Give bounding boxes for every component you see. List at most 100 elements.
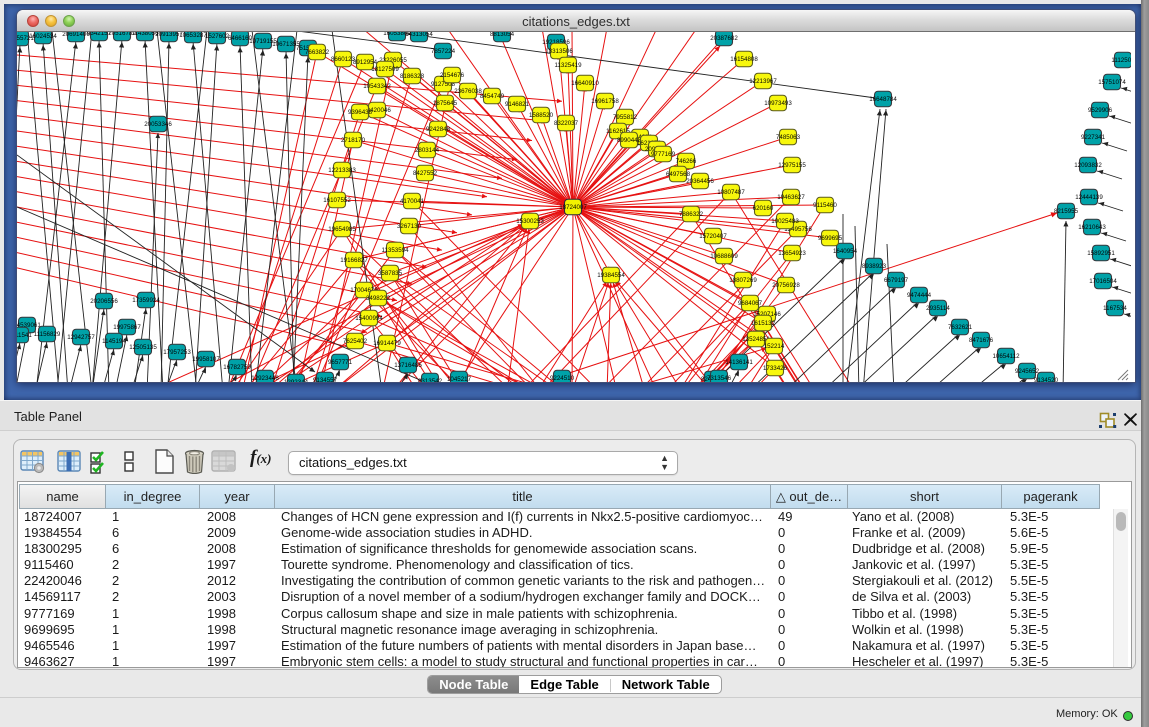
svg-text:17016504: 17016504 (1089, 278, 1117, 285)
svg-text:13654923: 13654923 (778, 250, 806, 257)
svg-text:9245652: 9245652 (1015, 368, 1040, 375)
svg-text:7857224: 7857224 (431, 48, 456, 55)
svg-text:11353594: 11353594 (381, 247, 409, 254)
svg-text:9227341: 9227341 (1081, 134, 1106, 141)
svg-text:16961758: 16961758 (591, 98, 619, 105)
svg-text:18807269: 18807269 (729, 277, 757, 284)
svg-text:3267130: 3267130 (397, 223, 422, 230)
svg-text:4170041: 4170041 (400, 198, 425, 205)
svg-text:9777169: 9777169 (651, 151, 676, 158)
svg-text:15400994: 15400994 (355, 315, 383, 322)
svg-text:8427552: 8427552 (413, 170, 438, 177)
svg-text:9224510: 9224510 (550, 375, 575, 382)
svg-text:14136141: 14136141 (725, 359, 753, 366)
svg-text:8938923: 8938923 (862, 263, 887, 270)
svg-text:19975867: 19975867 (113, 324, 141, 331)
svg-text:2718170: 2718170 (341, 137, 366, 144)
svg-text:12093832: 12093832 (1074, 162, 1102, 169)
svg-text:12444139: 12444139 (1075, 194, 1103, 201)
svg-text:1733426: 1733426 (763, 365, 788, 372)
svg-text:12923448: 12923448 (251, 375, 279, 382)
svg-text:8215955: 8215955 (1054, 208, 1079, 215)
svg-text:16782759: 16782759 (223, 364, 251, 371)
svg-text:1527602: 1527602 (205, 33, 230, 40)
svg-text:9146821: 9146821 (505, 101, 530, 108)
svg-text:18313506: 18313506 (545, 48, 573, 55)
svg-text:1045217: 1045217 (447, 376, 472, 382)
svg-text:9684067: 9684067 (738, 300, 763, 307)
svg-text:9242848: 9242848 (426, 126, 451, 133)
svg-text:12213967: 12213967 (749, 78, 777, 85)
svg-text:152214: 152214 (764, 343, 785, 350)
svg-text:20387682: 20387682 (710, 35, 738, 42)
svg-text:6679197: 6679197 (884, 277, 909, 284)
svg-text:7485063: 7485063 (776, 134, 801, 141)
svg-text:9474444: 9474444 (907, 292, 932, 299)
svg-text:19654985: 19654985 (328, 226, 356, 233)
svg-text:18127509: 18127509 (371, 66, 399, 73)
svg-text:9115460: 9115460 (813, 202, 837, 209)
svg-text:10654112: 10654112 (992, 353, 1020, 360)
svg-text:8660123: 8660123 (331, 56, 356, 63)
svg-text:17957253: 17957253 (163, 349, 191, 356)
svg-text:2154676: 2154676 (440, 72, 465, 79)
svg-text:16914479: 16914479 (373, 340, 401, 347)
svg-text:19166827: 19166827 (340, 257, 368, 264)
svg-text:1292344: 1292344 (284, 379, 309, 382)
svg-text:6497568: 6497568 (666, 171, 691, 178)
svg-text:10543342: 10543342 (363, 83, 391, 90)
svg-text:19463627: 19463627 (777, 194, 805, 201)
svg-text:15720407: 15720407 (699, 233, 727, 240)
svg-text:3911541: 3911541 (17, 332, 32, 339)
svg-text:15300253: 15300253 (516, 218, 544, 225)
svg-text:2935114: 2935114 (926, 305, 950, 312)
svg-text:620160: 620160 (753, 205, 774, 212)
svg-text:9529906: 9529906 (1088, 107, 1113, 114)
svg-text:7663822: 7663822 (305, 49, 330, 56)
svg-text:8186328: 8186328 (400, 73, 425, 80)
svg-text:8454749: 8454749 (480, 93, 505, 100)
svg-text:9134557: 9134557 (313, 377, 338, 382)
svg-text:12505135: 12505135 (129, 344, 157, 351)
svg-text:18724007: 18724007 (559, 204, 587, 211)
svg-text:2803144: 2803144 (415, 147, 440, 154)
svg-text:1112504: 1112504 (1111, 57, 1131, 64)
svg-text:746266: 746266 (676, 158, 697, 165)
svg-text:1615132: 1615132 (751, 320, 776, 327)
svg-text:23676038: 23676038 (454, 88, 482, 95)
svg-text:10807487: 10807487 (717, 189, 745, 196)
svg-text:20206556: 20206556 (90, 298, 118, 305)
svg-text:10653287: 10653287 (179, 32, 207, 39)
svg-text:10025483: 10025483 (771, 218, 799, 225)
svg-text:11156829: 11156829 (34, 331, 61, 338)
svg-text:12942757: 12942757 (67, 334, 95, 341)
svg-text:20053346: 20053346 (144, 121, 172, 128)
svg-text:9657771: 9657771 (328, 359, 353, 366)
svg-text:8912954: 8912954 (353, 59, 378, 66)
svg-text:10973493: 10973493 (764, 100, 792, 107)
svg-text:1875645: 1875645 (433, 100, 458, 107)
svg-text:15751074: 15751074 (1098, 79, 1126, 86)
svg-text:19958107: 19958107 (192, 356, 220, 363)
svg-text:3498222: 3498222 (366, 295, 391, 302)
svg-text:7625402: 7625402 (343, 338, 368, 345)
svg-text:8313542: 8313542 (418, 378, 443, 382)
svg-text:7632621: 7632621 (948, 324, 973, 331)
svg-text:7313546: 7313546 (707, 375, 732, 382)
svg-text:17359924: 17359924 (132, 297, 160, 304)
svg-text:20364456: 20364456 (686, 178, 714, 185)
svg-text:16107552: 16107552 (323, 197, 351, 204)
svg-text:7886322: 7886322 (679, 211, 704, 218)
svg-text:9134520: 9134520 (1034, 377, 1059, 382)
svg-text:12213383: 12213383 (328, 167, 356, 174)
svg-text:1167534: 1167534 (1103, 305, 1127, 312)
svg-text:9699695: 9699695 (818, 235, 843, 242)
svg-text:16154808: 16154808 (730, 56, 758, 63)
svg-text:3587835: 3587835 (378, 270, 403, 277)
svg-text:16640910: 16640910 (571, 80, 599, 87)
svg-text:12975155: 12975155 (778, 162, 806, 169)
svg-text:1145194: 1145194 (102, 338, 126, 345)
svg-text:14313054: 14313054 (405, 32, 433, 38)
svg-text:16024534: 16024534 (29, 33, 57, 40)
svg-text:1640954: 1640954 (833, 248, 858, 255)
